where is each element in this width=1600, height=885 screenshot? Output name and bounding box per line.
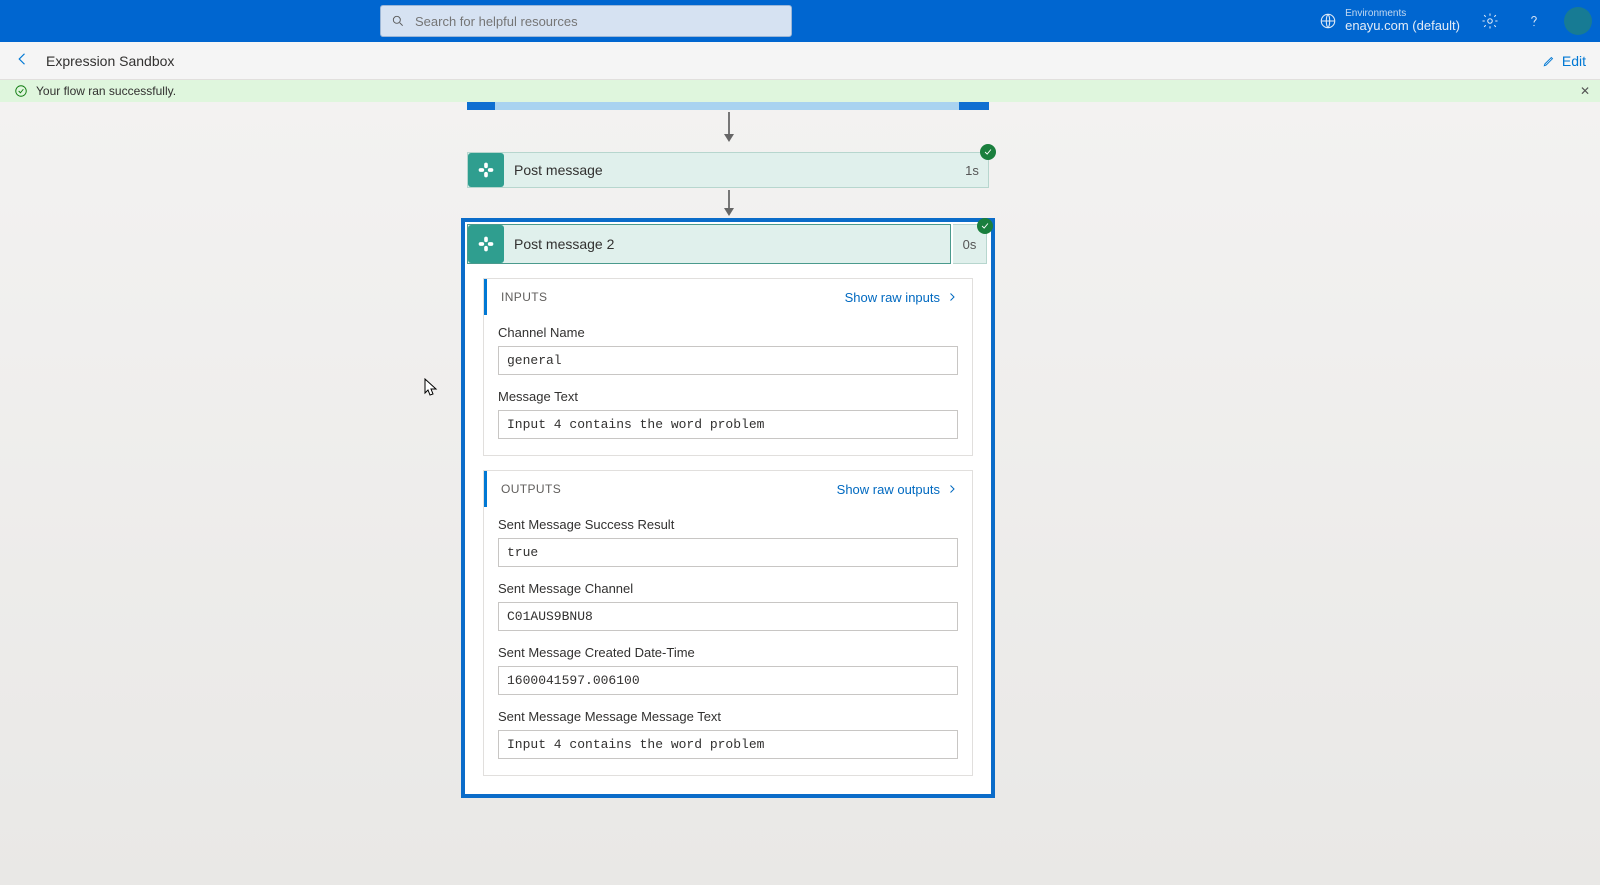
output-field: Sent Message Created Date-Time 160004159… [498, 645, 958, 695]
settings-button[interactable] [1476, 7, 1504, 35]
connector-arrow [728, 112, 730, 140]
edit-label: Edit [1562, 53, 1586, 69]
search-box[interactable] [380, 5, 792, 37]
page-title: Expression Sandbox [46, 53, 174, 69]
field-label: Sent Message Channel [498, 581, 958, 596]
chevron-right-icon [946, 483, 958, 495]
help-button[interactable] [1520, 7, 1548, 35]
step-title: Post message [504, 153, 956, 187]
status-success-badge [980, 144, 996, 160]
back-button[interactable] [14, 50, 32, 71]
avatar[interactable] [1564, 7, 1592, 35]
slack-connector-icon [468, 153, 504, 187]
outputs-title: OUTPUTS [501, 482, 561, 496]
step-title: Post message 2 [504, 225, 950, 263]
field-value: Input 4 contains the word problem [498, 410, 958, 439]
environment-icon [1319, 12, 1337, 30]
field-label: Sent Message Message Message Text [498, 709, 958, 724]
success-banner: Your flow ran successfully. ✕ [0, 80, 1600, 102]
field-label: Message Text [498, 389, 958, 404]
output-field: Sent Message Success Result true [498, 517, 958, 567]
banner-close-button[interactable]: ✕ [1580, 84, 1590, 98]
slack-connector-icon [468, 225, 504, 263]
field-label: Sent Message Success Result [498, 517, 958, 532]
input-field: Message Text Input 4 contains the word p… [498, 389, 958, 439]
environment-label: Environments [1345, 8, 1460, 19]
search-input[interactable] [415, 14, 781, 29]
environment-picker[interactable]: Environments enayu.com (default) [1319, 8, 1460, 33]
help-icon [1525, 12, 1543, 30]
inputs-title: INPUTS [501, 290, 547, 304]
step-post-message-2: Post message 2 0s INPUTS Show raw inputs… [461, 218, 995, 798]
cursor-icon [424, 378, 438, 396]
environment-value: enayu.com (default) [1345, 19, 1460, 33]
input-field: Channel Name general [498, 325, 958, 375]
connector-arrow [728, 190, 730, 214]
outputs-panel: OUTPUTS Show raw outputs Sent Message Su… [483, 470, 973, 776]
status-success-badge [977, 218, 993, 234]
output-field: Sent Message Message Message Text Input … [498, 709, 958, 759]
field-label: Sent Message Created Date-Time [498, 645, 958, 660]
show-raw-inputs-button[interactable]: Show raw inputs [845, 290, 958, 305]
field-value: C01AUS9BNU8 [498, 602, 958, 631]
flow-canvas[interactable]: Post message 1s Post message 2 0s INPUTS… [0, 102, 1600, 885]
field-value: Input 4 contains the word problem [498, 730, 958, 759]
show-raw-outputs-label: Show raw outputs [837, 482, 940, 497]
page-subheader: Expression Sandbox Edit [0, 42, 1600, 80]
pencil-icon [1542, 54, 1556, 68]
show-raw-inputs-label: Show raw inputs [845, 290, 940, 305]
check-circle-icon [14, 84, 28, 98]
field-label: Channel Name [498, 325, 958, 340]
edit-button[interactable]: Edit [1542, 53, 1586, 69]
check-icon [983, 147, 993, 157]
check-icon [980, 221, 990, 231]
inputs-panel: INPUTS Show raw inputs Channel Name gene… [483, 278, 973, 456]
app-header: Environments enayu.com (default) [0, 0, 1600, 42]
show-raw-outputs-button[interactable]: Show raw outputs [837, 482, 958, 497]
previous-step-partial [467, 102, 989, 110]
field-value: 1600041597.006100 [498, 666, 958, 695]
step-header[interactable]: Post message 2 [467, 224, 951, 264]
back-arrow-icon [14, 50, 32, 68]
output-field: Sent Message Channel C01AUS9BNU8 [498, 581, 958, 631]
field-value: true [498, 538, 958, 567]
search-icon [391, 14, 405, 28]
field-value: general [498, 346, 958, 375]
step-post-message[interactable]: Post message 1s [467, 152, 989, 188]
banner-message: Your flow ran successfully. [36, 84, 176, 98]
gear-icon [1481, 12, 1499, 30]
chevron-right-icon [946, 291, 958, 303]
